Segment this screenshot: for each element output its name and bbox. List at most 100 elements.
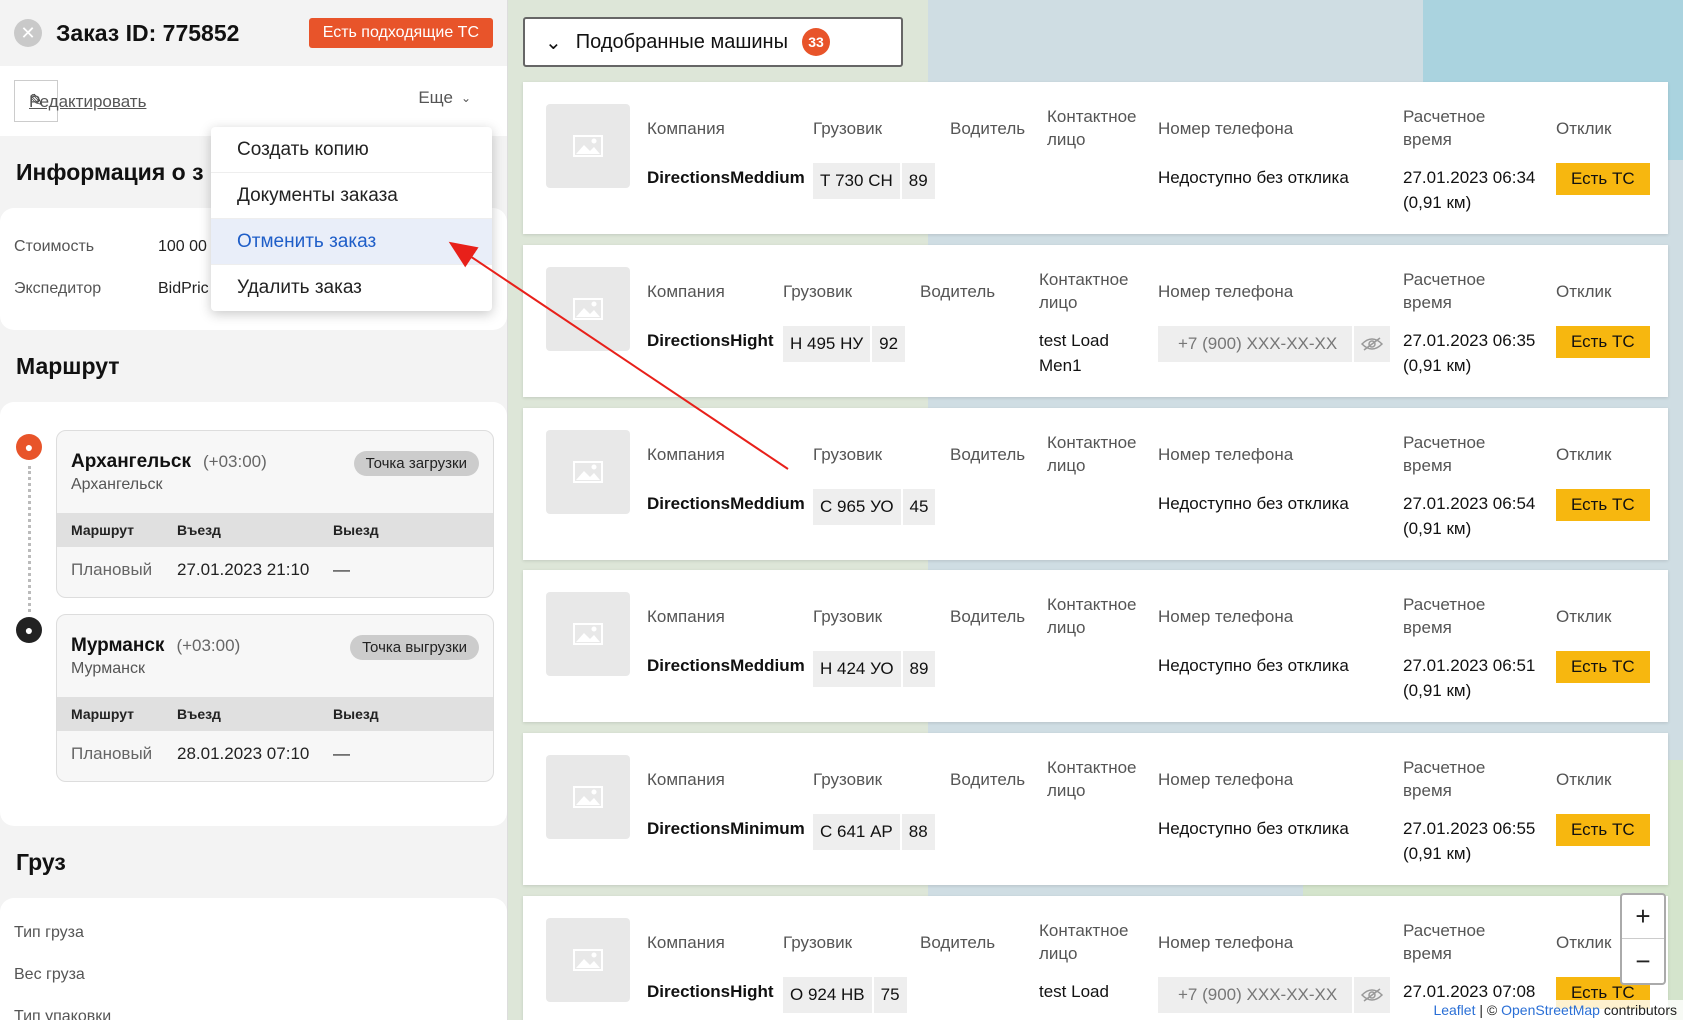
col-out: Выезд	[333, 522, 379, 538]
contact-label: Контактное лицо	[1047, 758, 1137, 800]
vehicle-image-placeholder-icon	[546, 104, 630, 188]
driver-label: Водитель	[950, 770, 1026, 789]
driver-label: Водитель	[920, 933, 996, 952]
zoom-control: + −	[1620, 893, 1666, 985]
response-button[interactable]: Есть ТС	[1556, 163, 1650, 195]
response-button[interactable]: Есть ТС	[1556, 651, 1650, 683]
phone-label: Номер телефона	[1158, 119, 1294, 138]
driver-label: Водитель	[950, 445, 1026, 464]
company-label: Компания	[647, 119, 725, 138]
more-label: Еще	[418, 88, 453, 107]
eta-time: 27.01.2023 06:55	[1403, 819, 1536, 838]
menu-item-copy[interactable]: Создать копию	[211, 127, 492, 173]
close-icon[interactable]: ✕	[14, 19, 42, 47]
stop-timezone: (+03:00)	[203, 452, 267, 471]
company-value: DirectionsHight	[647, 331, 774, 350]
response-label: Отклик	[1556, 445, 1612, 464]
stop-table-row: Плановый 28.01.2023 07:10 —	[57, 731, 493, 777]
more-button[interactable]: Еще ⌄	[418, 88, 471, 108]
attribution-separator: | ©	[1475, 1002, 1502, 1018]
phone-masked: +7 (900) XXX-XX-XX	[1158, 977, 1390, 1013]
truck-label: Грузовик	[813, 445, 883, 464]
phone-number: +7 (900) XXX-XX-XX	[1178, 334, 1338, 353]
col-in: Въезд	[177, 706, 221, 722]
vehicle-card[interactable]: Компания DirectionsMeddium Грузовик С 965 У…	[523, 408, 1668, 560]
eta-value: 27.01.2023 06:51 (0,91 км)	[1403, 653, 1535, 703]
contact-value: test Load Men1	[1039, 328, 1109, 378]
response-button[interactable]: Есть ТС	[1556, 814, 1650, 846]
menu-item-delete-order[interactable]: Удалить заказ	[211, 265, 492, 311]
plate-number: С 641 АР	[813, 814, 900, 850]
more-dropdown-menu: Создать копию Документы заказа Отменить …	[211, 127, 492, 311]
plate-number: Т 730 СН	[813, 163, 900, 199]
company-label: Компания	[647, 933, 725, 952]
contact-label: Контактное лицо	[1047, 107, 1137, 149]
edit-label: Редактировать	[29, 91, 147, 111]
eta-distance: (0,91 км)	[1403, 193, 1472, 212]
leaflet-link[interactable]: Leaflet	[1433, 1002, 1475, 1018]
vehicle-card[interactable]: Компания DirectionsMeddium Грузовик Н 424 У…	[523, 570, 1668, 722]
vehicle-card[interactable]: Компания DirectionsMeddium Грузовик Т 730 С…	[523, 82, 1668, 234]
cell-route-type: Плановый	[71, 744, 153, 763]
vehicle-card[interactable]: Компания DirectionsHight Грузовик Н 495 НУ 9…	[523, 245, 1668, 397]
eta-time: 27.01.2023 06:34	[1403, 168, 1536, 187]
phone-unavailable: Недоступно без отклика	[1158, 168, 1349, 187]
osm-link[interactable]: OpenStreetMap	[1501, 1002, 1600, 1018]
cargo-row: Тип груза	[14, 924, 84, 941]
eye-hidden-icon[interactable]	[1352, 977, 1390, 1013]
stop-timezone: (+03:00)	[176, 636, 241, 655]
contact-label: Контактное лицо	[1047, 433, 1137, 475]
cargo-section-title: Груз	[16, 848, 66, 875]
edit-button[interactable]: ✎ Редактировать	[14, 80, 146, 122]
zoom-in-button[interactable]: +	[1622, 895, 1664, 939]
picked-vehicles-toggle[interactable]: ⌄ Подобранные машины 33	[523, 17, 903, 67]
col-in: Въезд	[177, 522, 221, 538]
response-button[interactable]: Есть ТС	[1556, 326, 1650, 358]
vehicle-image-placeholder-icon	[546, 267, 630, 351]
menu-item-documents[interactable]: Документы заказа	[211, 173, 492, 219]
eta-label: Расчетное время	[1403, 921, 1486, 963]
phone-label: Номер телефона	[1158, 282, 1294, 301]
eta-label: Расчетное время	[1403, 595, 1486, 637]
eye-hidden-icon[interactable]	[1352, 326, 1390, 362]
plate-number: С 965 УО	[813, 489, 901, 525]
eta-label: Расчетное время	[1403, 433, 1486, 475]
eta-label: Расчетное время	[1403, 758, 1486, 800]
vehicle-card[interactable]: Компания DirectionsMinimum Грузовик С 641 А…	[523, 733, 1668, 885]
company-label: Компания	[647, 282, 725, 301]
company-value: DirectionsMinimum	[647, 819, 805, 838]
unloading-point-pin-icon: ●	[16, 617, 42, 643]
plate-region: 92	[872, 326, 906, 362]
company-label: Компания	[647, 770, 725, 789]
phone-label: Номер телефона	[1158, 933, 1294, 952]
contact-line-2: Men1	[1039, 356, 1082, 375]
eta-value: 27.01.2023 06:54 (0,91 км)	[1403, 491, 1535, 541]
truck-plate: О 924 НВ 75	[783, 977, 907, 1013]
info-label: Экспедитор	[14, 280, 102, 297]
driver-label: Водитель	[920, 282, 996, 301]
chevron-down-icon: ⌄	[545, 31, 562, 54]
order-toolbar: ✎ Редактировать Еще ⌄	[0, 66, 507, 136]
plate-number: Н 495 НУ	[783, 326, 871, 362]
order-title: Заказ ID: 775852	[56, 19, 240, 46]
stop-city: Мурманск	[71, 635, 165, 656]
response-button[interactable]: Есть ТС	[1556, 489, 1650, 521]
phone-unavailable: Недоступно без отклика	[1158, 656, 1349, 675]
phone-unavailable: Недоступно без отклика	[1158, 819, 1349, 838]
attribution-suffix: contributors	[1599, 1002, 1677, 1018]
response-label: Отклик	[1556, 933, 1612, 952]
zoom-out-button[interactable]: −	[1622, 939, 1664, 983]
truck-plate: С 641 АР 88	[813, 814, 935, 850]
company-value: DirectionsMeddium	[647, 656, 805, 675]
truck-label: Грузовик	[813, 119, 883, 138]
eta-time: 27.01.2023 06:54	[1403, 494, 1536, 513]
eta-distance: (0,91 км)	[1403, 519, 1472, 538]
stop-table-header: Маршрут Въезд Выезд	[57, 697, 493, 731]
route-stop-unloading: Мурманск (+03:00) Мурманск Точка выгрузки…	[56, 614, 494, 782]
route-connector	[28, 466, 31, 612]
stop-city: Архангельск	[71, 451, 191, 472]
menu-item-cancel-order[interactable]: Отменить заказ	[211, 219, 492, 265]
info-value: 100 00	[158, 238, 207, 255]
truck-label: Грузовик	[813, 770, 883, 789]
col-route: Маршрут	[71, 522, 135, 538]
